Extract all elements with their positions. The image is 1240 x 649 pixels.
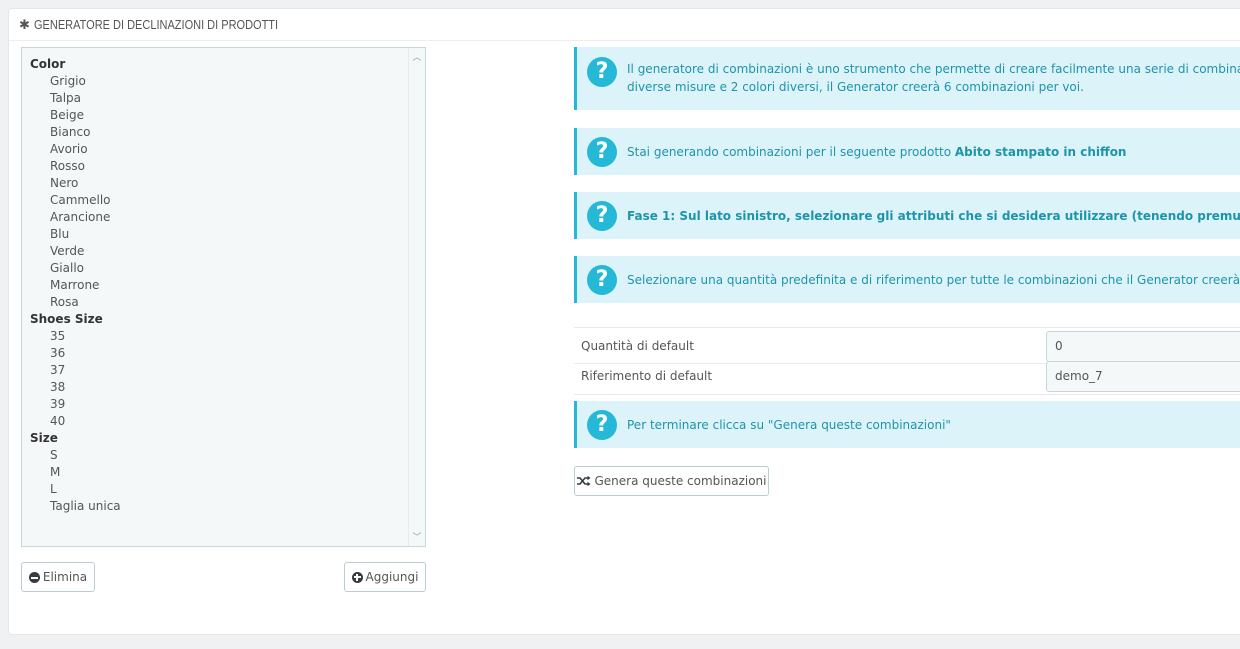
attribute-group-label: Size (30, 431, 58, 445)
minus-circle-icon (28, 571, 40, 583)
attribute-group-label: Shoes Size (30, 312, 103, 326)
default-reference-input[interactable]: demo_7 (1046, 361, 1240, 392)
question-icon: ? (587, 201, 617, 231)
default-reference-row: Riferimento di default demo_7 (574, 358, 1240, 395)
question-icon: ? (587, 137, 617, 167)
attribute-option[interactable]: Avorio (22, 141, 425, 158)
attribute-option[interactable]: Rosso (22, 158, 425, 175)
info-alert-step1: ? Fase 1: Sul lato sinistro, selezionare… (574, 192, 1240, 239)
attribute-option[interactable]: Grigio (22, 73, 425, 90)
question-icon: ? (587, 57, 617, 87)
alert-text: Fase 1: Sul lato sinistro, selezionare g… (627, 207, 1240, 225)
product-prefix: Stai generando combinazioni per il segue… (627, 145, 955, 159)
attribute-option[interactable]: Verde (22, 243, 425, 260)
question-icon: ? (587, 265, 617, 295)
attribute-option[interactable]: Arancione (22, 209, 425, 226)
panel-heading: ✱ GENERATORE DI DECLINAZIONI DI PRODOTTI (9, 9, 1240, 41)
alert-text: Il generatore di combinazioni è uno stru… (627, 60, 1240, 96)
attribute-option[interactable]: Nero (22, 175, 425, 192)
panel-title: GENERATORE DI DECLINAZIONI DI PRODOTTI (33, 17, 278, 32)
attribute-option[interactable]: 36 (22, 345, 425, 362)
generate-button-label: Genera queste combinazioni (594, 474, 767, 488)
defaults-hint-text: Selezionare una quantità predefinita e d… (627, 273, 1240, 287)
info-alert-intro: ? Il generatore di combinazioni è uno st… (574, 47, 1240, 110)
asterisk-icon: ✱ (19, 16, 30, 32)
alert-text: Stai generando combinazioni per il segue… (627, 143, 1240, 161)
default-reference-label: Riferimento di default (581, 369, 713, 383)
remove-button[interactable]: Elimina (21, 562, 95, 592)
intro-line-1: Il generatore di combinazioni è uno stru… (627, 62, 1240, 76)
remove-button-label: Elimina (42, 570, 88, 584)
attribute-list-scrollbar[interactable]: ︿ ﹀ (408, 48, 425, 546)
intro-line-2: diverse misure e 2 colori diversi, il Ge… (627, 80, 1084, 94)
generate-combinations-button[interactable]: Genera queste combinazioni (574, 466, 769, 496)
attribute-option[interactable]: Taglia unica (22, 498, 425, 515)
attribute-option[interactable]: Giallo (22, 260, 425, 277)
finish-text: Per terminare clicca su "Genera queste c… (627, 418, 951, 432)
attribute-option[interactable]: M (22, 464, 425, 481)
attribute-select-list[interactable]: Color Grigio Talpa Beige Bianco Avorio Rosso Ne… (21, 47, 426, 547)
attribute-option[interactable]: 35 (22, 328, 425, 345)
attribute-option[interactable]: S (22, 447, 425, 464)
attribute-option[interactable]: 39 (22, 396, 425, 413)
attribute-option[interactable]: 37 (22, 362, 425, 379)
attribute-option[interactable]: 38 (22, 379, 425, 396)
attribute-option[interactable]: Cammello (22, 192, 425, 209)
attribute-option[interactable]: Talpa (22, 90, 425, 107)
info-alert-product: ? Stai generando combinazioni per il seg… (574, 128, 1240, 175)
attribute-option[interactable]: Rosa (22, 294, 425, 311)
attribute-group-label: Color (30, 57, 66, 71)
attribute-option[interactable]: L (22, 481, 425, 498)
info-alert-finish: ? Per terminare clicca su "Genera queste… (574, 401, 1240, 448)
attribute-option[interactable]: Bianco (22, 124, 425, 141)
info-alert-defaults: ? Selezionare una quantità predefinita e… (574, 256, 1240, 303)
step1-text: Fase 1: Sul lato sinistro, selezionare g… (627, 209, 1240, 223)
add-button-label: Aggiungi (365, 570, 419, 584)
attribute-option[interactable]: Marrone (22, 277, 425, 294)
product-name: Abito stampato in chiffon (954, 145, 1127, 159)
scroll-down-icon[interactable]: ﹀ (409, 530, 425, 543)
scroll-up-icon[interactable]: ︿ (409, 50, 425, 63)
attribute-option[interactable]: 40 (22, 413, 425, 430)
question-icon: ? (587, 410, 617, 440)
add-button[interactable]: Aggiungi (344, 562, 426, 592)
shuffle-icon (576, 475, 590, 487)
attribute-option[interactable]: Beige (22, 107, 425, 124)
attribute-option[interactable]: Blu (22, 226, 425, 243)
plus-circle-icon (351, 571, 363, 583)
